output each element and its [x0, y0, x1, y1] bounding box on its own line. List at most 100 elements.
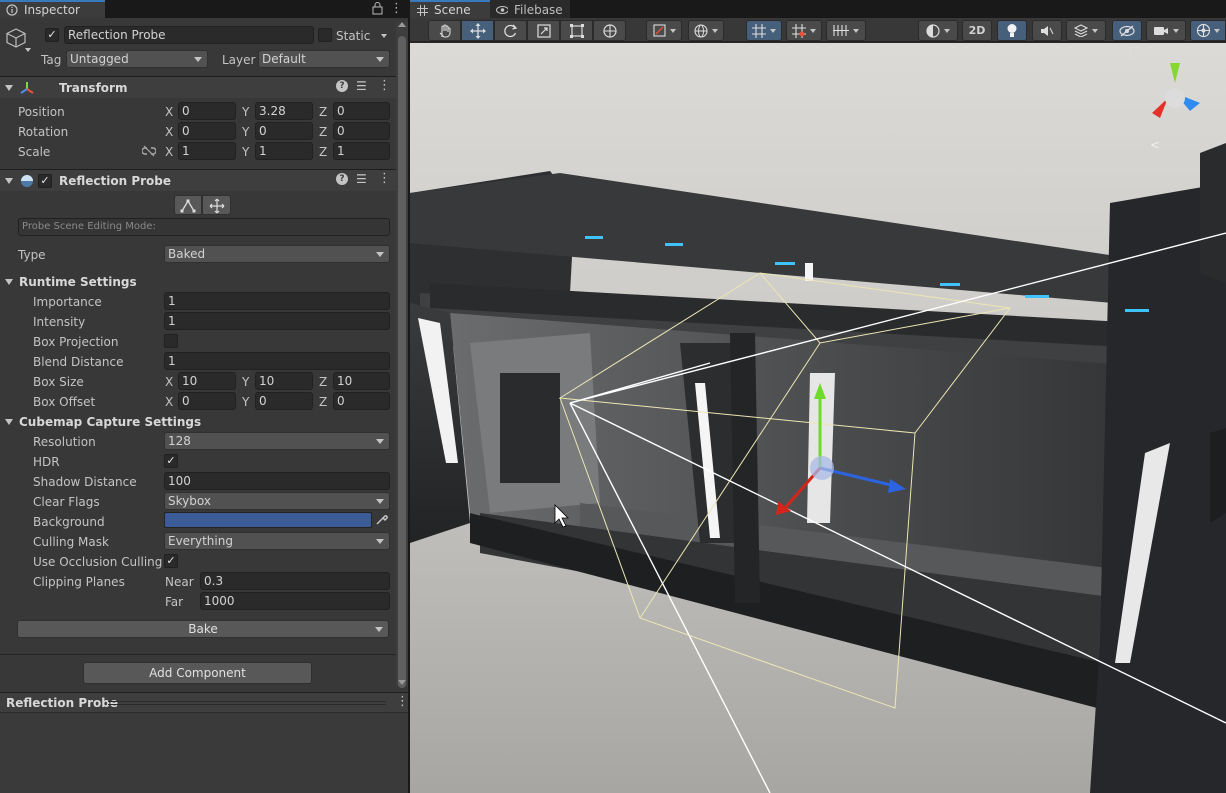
foldout-arrow-icon[interactable] [5, 419, 13, 425]
scale-z-field[interactable]: 1 [333, 142, 390, 160]
box-size-x-field[interactable]: 10 [178, 372, 236, 390]
tab-scene[interactable]: Scene [410, 0, 490, 18]
grid-visibility-button[interactable] [826, 20, 866, 41]
axis-z-label: Z [319, 395, 328, 409]
help-icon[interactable]: ? [336, 173, 348, 185]
foldout-arrow-icon[interactable] [5, 85, 13, 91]
unlink-icon[interactable] [141, 145, 157, 160]
component-menu-icon[interactable]: ⋮ [378, 171, 391, 186]
static-checkbox[interactable] [318, 28, 332, 42]
box-offset-x-field[interactable]: 0 [178, 392, 236, 410]
increment-snap-button[interactable] [786, 20, 822, 41]
box-size-y-field[interactable]: 10 [255, 372, 313, 390]
gizmos-button[interactable] [1190, 20, 1226, 41]
foldout-arrow-icon[interactable] [5, 279, 13, 285]
chevron-down-icon [770, 28, 776, 33]
effects-toggle-button[interactable] [1066, 20, 1106, 41]
blend-distance-field[interactable]: 1 [164, 352, 390, 370]
axis-z-label: Z [319, 375, 328, 389]
scene-viewport[interactable]: ⋮ < [410, 43, 1226, 793]
transform-tool-button[interactable] [593, 20, 626, 41]
scrollbar-thumb[interactable] [398, 36, 406, 688]
rotation-x-field[interactable]: 0 [178, 122, 236, 140]
clear-flags-dropdown[interactable]: Skybox [164, 492, 390, 510]
culling-mask-dropdown[interactable]: Everything [164, 532, 390, 550]
perspective-toggle-icon[interactable]: < [1150, 138, 1160, 152]
near-field[interactable]: 0.3 [200, 572, 390, 590]
position-x-field[interactable]: 0 [178, 102, 236, 120]
probe-enabled-checkbox[interactable]: ✓ [38, 174, 52, 188]
transform-axes-icon [19, 80, 35, 99]
tab-filebase[interactable]: Filebase [490, 0, 570, 18]
scroll-up-arrow-icon[interactable] [398, 22, 406, 27]
audio-toggle-button[interactable] [1032, 20, 1062, 41]
static-dropdown-arrow[interactable] [381, 34, 387, 38]
gizmo-toggle-button[interactable] [646, 20, 682, 41]
hand-tool-button[interactable] [428, 20, 461, 41]
position-z-field[interactable]: 0 [333, 102, 390, 120]
background-color-swatch[interactable] [164, 512, 372, 528]
reflection-probe-header[interactable]: ✓ Reflection Probe ? ☰ ⋮ [0, 169, 396, 191]
icon-dropdown-arrow[interactable] [25, 48, 31, 52]
rect-tool-button[interactable] [560, 20, 593, 41]
tab-menu-icon[interactable]: ⋮ [390, 1, 403, 16]
tab-scene-label: Scene [434, 3, 471, 17]
viewport-menu-icon[interactable]: ⋮ [1124, 45, 1137, 60]
eyedropper-icon[interactable] [374, 513, 388, 530]
scale-y-field[interactable]: 1 [255, 142, 313, 160]
type-dropdown[interactable]: Baked [164, 245, 390, 263]
resolution-dropdown[interactable]: 128 [164, 432, 390, 450]
help-icon[interactable]: ? [336, 80, 348, 92]
rotate-tool-button[interactable] [494, 20, 527, 41]
move-tool-button[interactable] [461, 20, 494, 41]
lock-icon[interactable] [372, 2, 383, 18]
rotation-label: Rotation [18, 125, 69, 139]
rotation-z-field[interactable]: 0 [333, 122, 390, 140]
intensity-field[interactable]: 1 [164, 312, 390, 330]
object-name-field[interactable]: Reflection Probe [64, 26, 314, 44]
box-size-z-field[interactable]: 10 [333, 372, 390, 390]
chevron-down-icon[interactable] [375, 627, 383, 632]
shadow-distance-field[interactable]: 100 [164, 472, 390, 490]
far-field[interactable]: 1000 [200, 592, 390, 610]
layer-dropdown[interactable]: Default [258, 50, 390, 68]
camera-settings-button[interactable] [1146, 20, 1186, 41]
tag-dropdown[interactable]: Untagged [66, 50, 208, 68]
occlusion-culling-checkbox[interactable]: ✓ [164, 554, 178, 568]
2d-toggle-button[interactable]: 2D [962, 20, 992, 41]
presets-icon[interactable]: ☰ [356, 79, 367, 93]
edit-bounds-button[interactable] [174, 195, 202, 215]
lighting-toggle-button[interactable] [997, 20, 1027, 41]
box-offset-y-field[interactable]: 0 [255, 392, 313, 410]
runtime-settings-title[interactable]: Runtime Settings [19, 274, 137, 290]
component-menu-icon[interactable]: ⋮ [378, 78, 391, 93]
scale-tool-button[interactable] [527, 20, 560, 41]
global-local-button[interactable] [688, 20, 724, 41]
box-projection-checkbox[interactable] [164, 334, 178, 348]
transform-header[interactable]: Transform ? ☰ ⋮ [0, 76, 396, 98]
shading-mode-button[interactable] [918, 20, 958, 41]
active-checkbox[interactable]: ✓ [45, 28, 59, 42]
scale-x-field[interactable]: 1 [178, 142, 236, 160]
box-offset-z-field[interactable]: 0 [333, 392, 390, 410]
resolution-label: Resolution [33, 435, 96, 449]
rotation-y-field[interactable]: 0 [255, 122, 313, 140]
edit-origin-button[interactable] [202, 195, 231, 215]
grid-snap-button[interactable] [746, 20, 782, 41]
position-y-field[interactable]: 3.28 [255, 102, 313, 120]
add-component-button[interactable]: Add Component [83, 662, 312, 684]
tab-inspector[interactable]: Inspector [0, 0, 105, 18]
preview-header[interactable]: Reflection Probe ⋮ [0, 693, 409, 713]
gameobject-cube-icon [5, 27, 27, 52]
foldout-arrow-icon[interactable] [5, 178, 13, 184]
importance-field[interactable]: 1 [164, 292, 390, 310]
hdr-checkbox[interactable]: ✓ [164, 454, 178, 468]
drag-handle[interactable] [108, 701, 386, 705]
cubemap-capture-title[interactable]: Cubemap Capture Settings [19, 414, 201, 430]
scroll-down-arrow-icon[interactable] [398, 680, 406, 685]
inspector-scrollbar[interactable] [396, 22, 408, 688]
presets-icon[interactable]: ☰ [356, 172, 367, 186]
axis-z-label: Z [319, 145, 328, 159]
bake-button[interactable]: Bake [17, 620, 389, 638]
scene-visibility-button[interactable] [1112, 20, 1142, 41]
